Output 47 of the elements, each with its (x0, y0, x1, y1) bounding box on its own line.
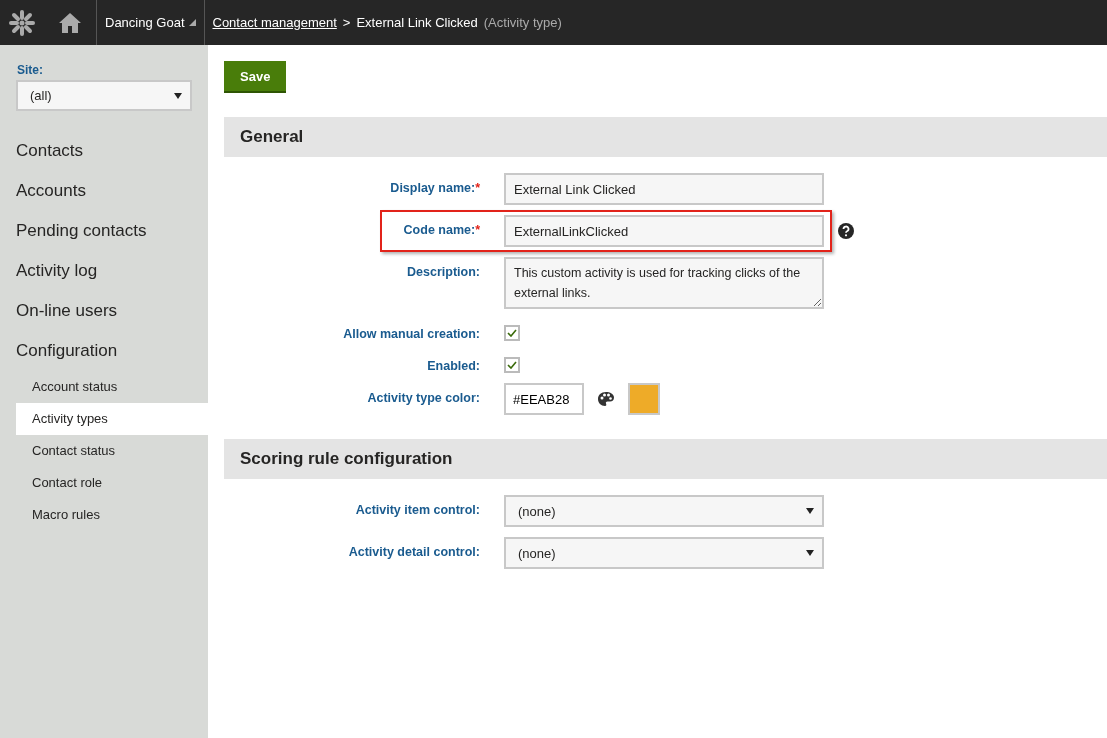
breadcrumb-separator: > (342, 15, 351, 30)
help-icon[interactable] (838, 223, 854, 239)
dropdown[interactable]: (none) (504, 495, 824, 527)
section-header: General (224, 117, 1107, 157)
checkbox[interactable] (504, 325, 520, 341)
field-label: Allow manual creation: (342, 326, 480, 341)
field-label: Description: (406, 264, 480, 279)
checkbox[interactable] (504, 357, 520, 373)
site-select[interactable]: (all) (16, 80, 192, 111)
field-label: Activity detail control: (347, 544, 480, 559)
breadcrumb-link[interactable]: Contact management (212, 15, 337, 30)
description-field[interactable]: This custom activity is used for tracking clicks of the external links. (504, 257, 824, 309)
caret-icon[interactable] (806, 508, 814, 514)
sidebar-item[interactable]: Configuration (0, 331, 208, 371)
breadcrumb-current: External Link Clicked (356, 15, 478, 30)
logo-icon[interactable] (8, 8, 36, 37)
sidebar-item[interactable]: Contacts (0, 131, 208, 171)
text-field[interactable]: ExternalLinkClicked (504, 215, 824, 247)
sidebar-item[interactable]: Accounts (0, 171, 208, 211)
section-header: Scoring rule configuration (224, 439, 1107, 479)
home-icon[interactable] (58, 11, 82, 34)
caret-icon[interactable] (806, 550, 814, 556)
check-icon (507, 361, 517, 369)
sidebar-item[interactable]: Contact status (16, 435, 208, 467)
palette-icon[interactable] (598, 392, 614, 406)
color-field[interactable]: #EEAB28 (504, 383, 584, 415)
caret-icon[interactable] (174, 92, 182, 99)
field-label: Activity type color: (366, 390, 480, 405)
field-label: Activity item control: (354, 502, 480, 517)
field-label: Display name:* (389, 180, 480, 195)
color-swatch[interactable] (628, 383, 660, 415)
field-label: Enabled: (426, 358, 480, 373)
save-button[interactable]: Save (224, 61, 287, 93)
field-label: Code name:* (402, 222, 480, 237)
check-icon (507, 329, 517, 337)
sidebar-item[interactable]: Account status (16, 371, 208, 403)
sidebar-item[interactable]: Activity log (0, 251, 208, 291)
sidebar-item[interactable]: Pending contacts (0, 211, 208, 251)
text-field[interactable]: External Link Clicked (504, 173, 824, 205)
sidebar-item[interactable]: Macro rules (16, 499, 208, 531)
caret-icon[interactable] (188, 19, 196, 26)
sidebar-item[interactable]: Contact role (16, 467, 208, 499)
breadcrumb-type: (Activity type) (483, 15, 562, 30)
site-label: Site: (17, 63, 44, 77)
sidebar-item[interactable]: Activity types (16, 403, 208, 435)
dropdown[interactable]: (none) (504, 537, 824, 569)
sidebar-item[interactable]: On-line users (0, 291, 208, 331)
